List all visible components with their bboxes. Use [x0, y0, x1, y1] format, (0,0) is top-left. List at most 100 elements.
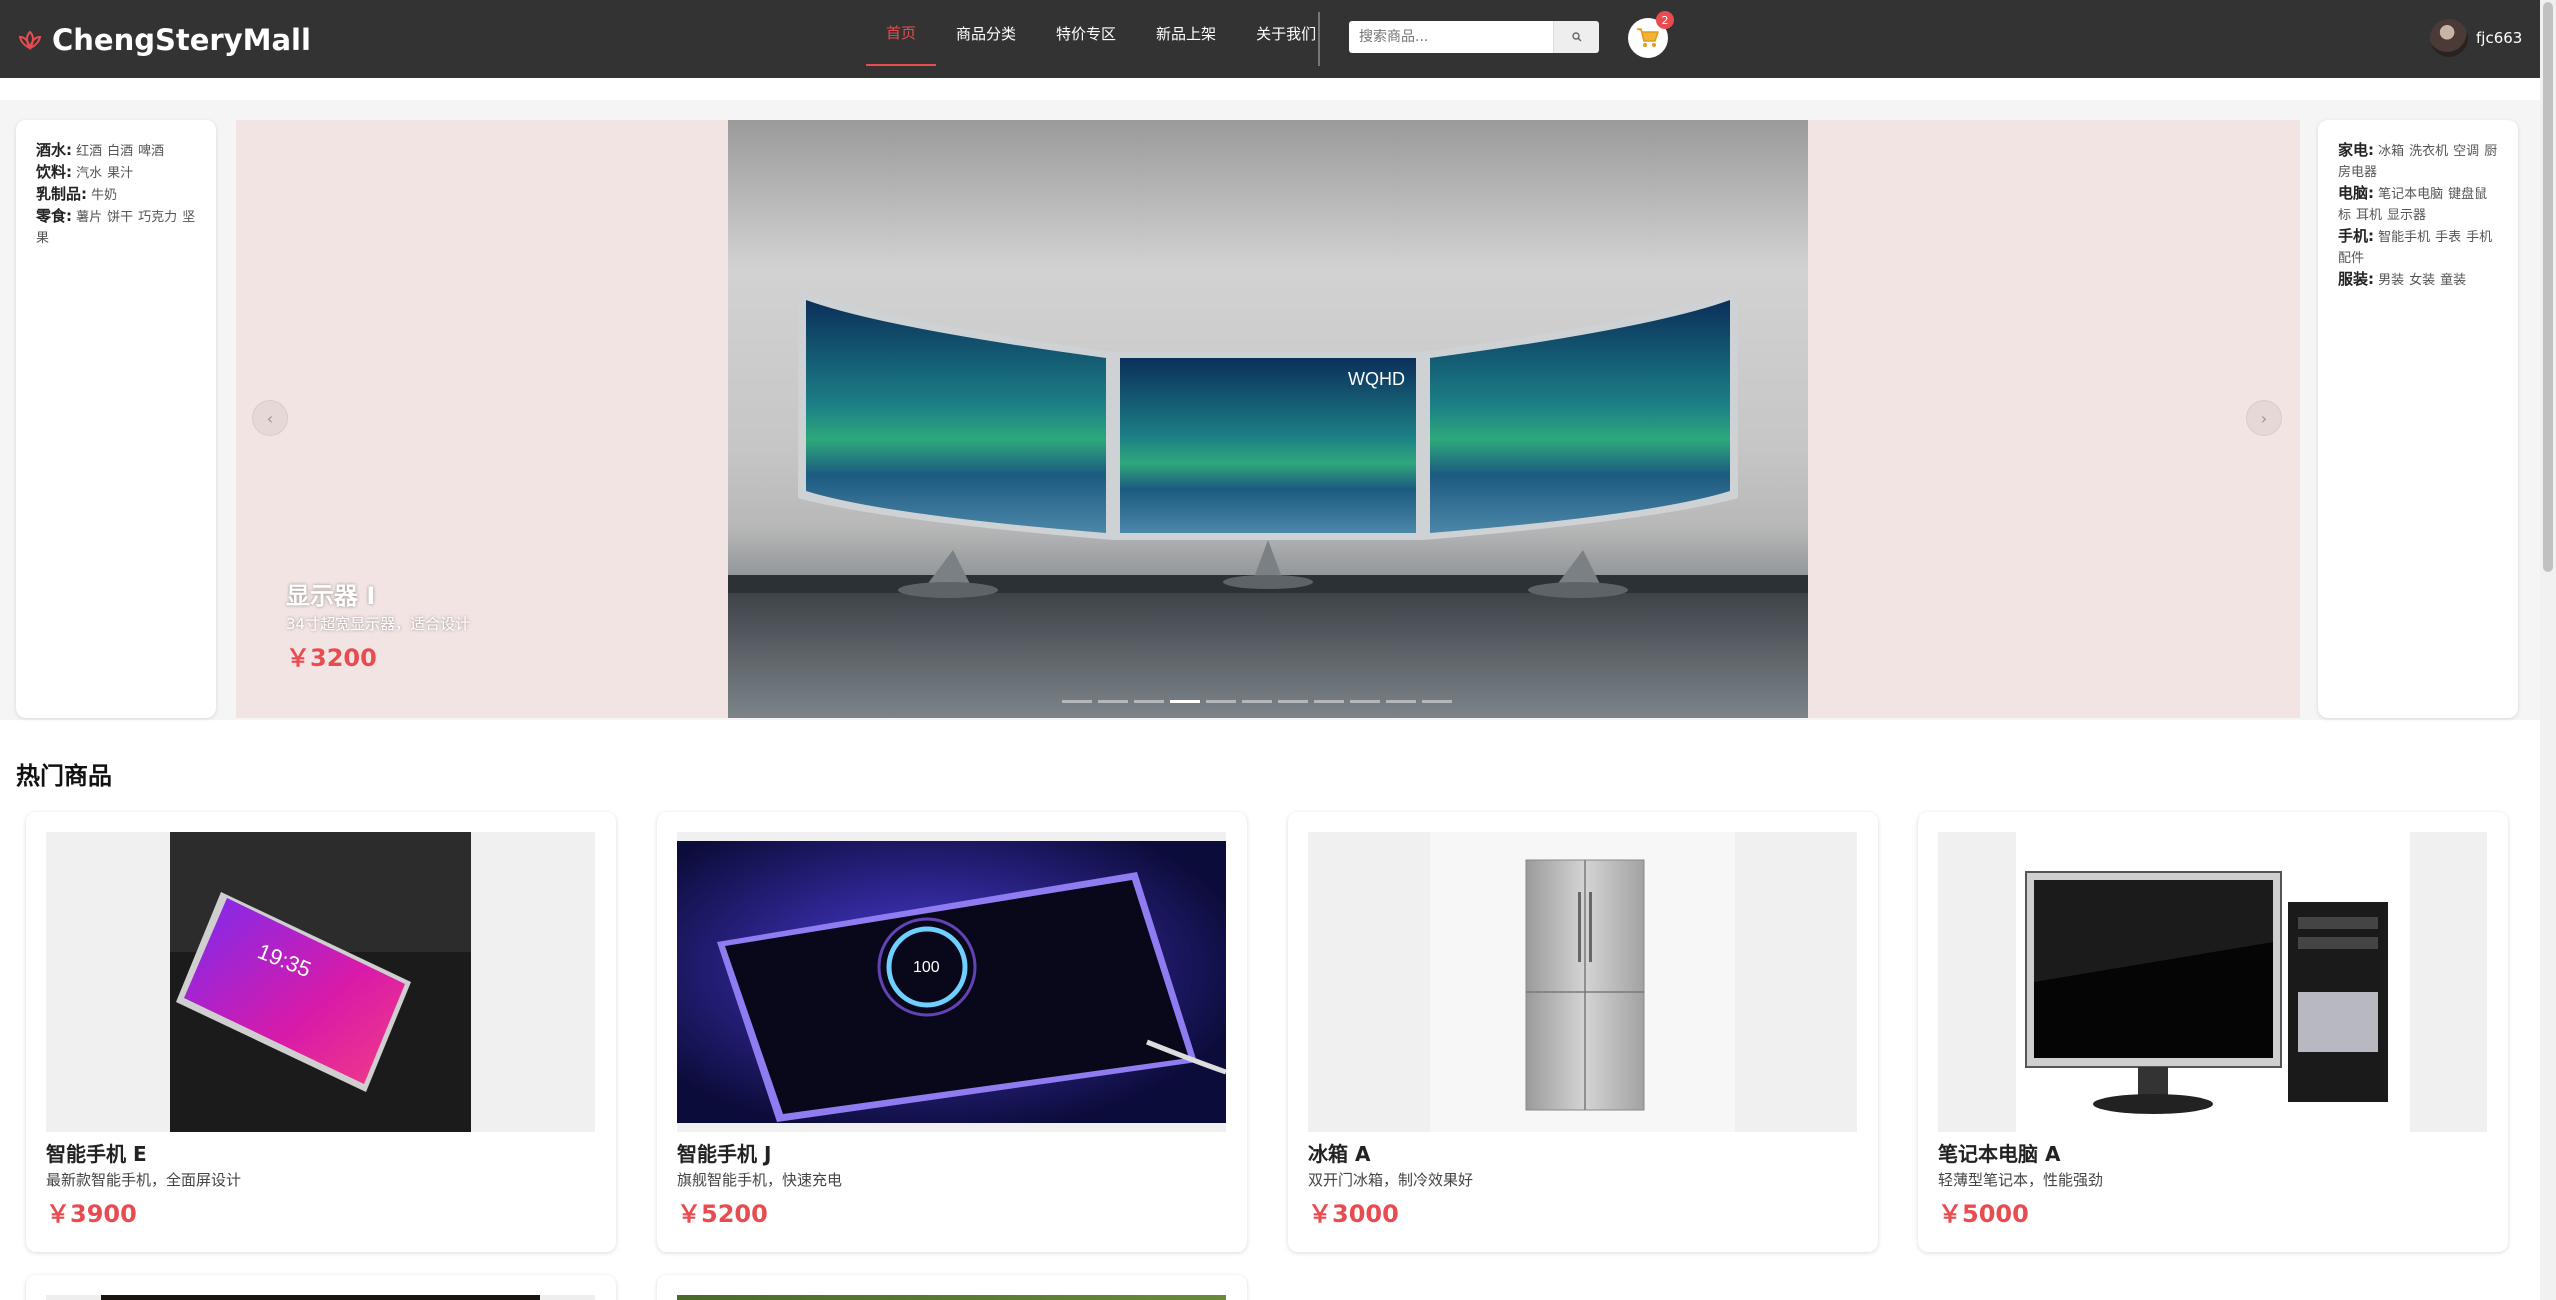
scrollbar-thumb[interactable]	[2543, 2, 2553, 572]
category-row: 手机: 智能手机 手表 手机配件	[2338, 226, 2498, 269]
product-card[interactable]: 笔记本电脑 A 轻薄型笔记本，性能强劲 ￥5000	[1918, 812, 2508, 1252]
category-link[interactable]: 女装	[2409, 273, 2435, 288]
category-link[interactable]: 汽水	[76, 166, 102, 181]
product-card[interactable]: 冰箱 A 双开门冰箱，制冷效果好 ￥3000	[1288, 812, 1878, 1252]
category-name: 服装:	[2338, 270, 2374, 288]
cart-count-badge: 2	[1656, 11, 1674, 29]
brand-name: ChengSteryMall	[52, 23, 311, 57]
nav-categories[interactable]: 商品分类	[936, 0, 1036, 66]
category-link[interactable]: 果汁	[107, 166, 133, 181]
carousel-indicator[interactable]	[1278, 700, 1308, 703]
product-image: 19:35	[46, 832, 595, 1132]
category-row: 饮料: 汽水 果汁	[36, 162, 196, 184]
lotus-icon	[18, 30, 42, 50]
category-link[interactable]: 耳机	[2356, 208, 2382, 223]
carousel-indicator[interactable]	[1386, 700, 1416, 703]
nav-new-arrivals[interactable]: 新品上架	[1136, 0, 1236, 66]
page-scrollbar[interactable]	[2540, 0, 2556, 1300]
main-nav: 首页 商品分类 特价专区 新品上架 关于我们	[866, 0, 1336, 78]
category-link[interactable]: 冰箱	[2378, 144, 2404, 159]
category-link[interactable]: 笔记本电脑	[2378, 187, 2443, 202]
slide-title: 显示器 I	[286, 582, 376, 610]
carousel-prev-button[interactable]: ‹	[252, 400, 288, 436]
monitor-illustration: WQHD	[728, 290, 1808, 718]
product-price: ￥3900	[46, 1200, 137, 1228]
carousel-indicator[interactable]	[1206, 700, 1236, 703]
product-name: 智能手机 J	[677, 1142, 772, 1166]
hot-products-title: 热门商品	[16, 762, 112, 790]
brand-logo[interactable]: ChengSteryMall	[16, 20, 311, 60]
category-link[interactable]: 白酒	[107, 144, 133, 159]
carousel-indicator[interactable]	[1422, 700, 1452, 703]
shopping-cart-icon	[1637, 28, 1659, 47]
category-row: 零食: 薯片 饼干 巧克力 坚果	[36, 206, 196, 249]
slide-description: 34寸超宽显示器，适合设计	[286, 615, 471, 633]
category-name: 酒水:	[36, 141, 72, 159]
category-link[interactable]: 手表	[2435, 230, 2461, 245]
product-price: ￥5000	[1938, 1200, 2029, 1228]
top-navbar: ChengSteryMall 首页 商品分类 特价专区 新品上架 关于我们 2 …	[0, 0, 2540, 78]
carousel-indicator-active[interactable]	[1170, 700, 1200, 703]
search-input[interactable]	[1349, 21, 1553, 53]
category-link[interactable]: 空调	[2453, 144, 2479, 159]
carousel-indicator[interactable]	[1314, 700, 1344, 703]
category-link[interactable]: 饼干	[107, 210, 133, 225]
category-name: 饮料:	[36, 163, 72, 181]
fridge-image	[1430, 832, 1735, 1132]
carousel-indicator[interactable]	[1350, 700, 1380, 703]
category-name: 零食:	[36, 207, 72, 225]
product-description: 双开门冰箱，制冷效果好	[1308, 1171, 1474, 1189]
nav-about[interactable]: 关于我们	[1236, 0, 1336, 66]
search-icon	[1571, 32, 1581, 42]
category-link[interactable]: 显示器	[2387, 208, 2426, 223]
product-price: ￥3000	[1308, 1200, 1399, 1228]
cart-button[interactable]: 2	[1628, 11, 1674, 58]
category-link[interactable]: 红酒	[76, 144, 102, 159]
monitor-slide-image[interactable]: WQHD	[728, 120, 1808, 718]
search-button[interactable]	[1553, 21, 1599, 53]
carousel-indicator[interactable]	[1134, 700, 1164, 703]
nav-divider	[1318, 12, 1320, 66]
category-row: 乳制品: 牛奶	[36, 184, 196, 206]
desktop-pc-image	[2016, 832, 2410, 1132]
product-card[interactable]	[26, 1275, 616, 1300]
carousel-indicator[interactable]	[1062, 700, 1092, 703]
category-row: 酒水: 红酒 白酒 啤酒	[36, 140, 196, 162]
carousel-indicator[interactable]	[1098, 700, 1128, 703]
user-menu[interactable]: fjc663	[2430, 18, 2522, 58]
category-name: 手机:	[2338, 227, 2374, 245]
category-link[interactable]: 巧克力	[138, 210, 177, 225]
hero-carousel: WQHD ‹ › 显示器 I 34寸超宽显示器，适合设计 ￥3200	[236, 120, 2300, 718]
nav-specials[interactable]: 特价专区	[1036, 0, 1136, 66]
category-link[interactable]: 童装	[2440, 273, 2466, 288]
category-link[interactable]: 男装	[2378, 273, 2404, 288]
category-link[interactable]: 啤酒	[138, 144, 164, 159]
category-link[interactable]: 牛奶	[91, 188, 117, 203]
carousel-indicator[interactable]	[1242, 700, 1272, 703]
category-panel-right: 家电: 冰箱 洗衣机 空调 厨房电器 电脑: 笔记本电脑 键盘鼠标 耳机 显示器 手机: 智…	[2318, 120, 2518, 718]
carousel-next-button[interactable]: ›	[2246, 400, 2282, 436]
category-row: 电脑: 笔记本电脑 键盘鼠标 耳机 显示器	[2338, 183, 2498, 226]
product-card[interactable]: 100 智能手机 J 旗舰智能手机，快速充电 ￥5200	[657, 812, 1247, 1252]
product-description: 轻薄型笔记本，性能强劲	[1938, 1171, 2104, 1189]
chevron-right-icon: ›	[2260, 408, 2268, 428]
product-name: 笔记本电脑 A	[1938, 1142, 2061, 1166]
search-box	[1349, 21, 1599, 53]
slide-caption: 显示器 I 34寸超宽显示器，适合设计 ￥3200	[286, 576, 470, 673]
category-link[interactable]: 洗衣机	[2409, 144, 2448, 159]
product-card[interactable]: 19:35 智能手机 E 最新款智能手机，全面屏设计 ￥3900	[26, 812, 616, 1252]
product-price: ￥5200	[677, 1200, 768, 1228]
product-name: 智能手机 E	[46, 1142, 147, 1166]
category-panel-left: 酒水: 红酒 白酒 啤酒 饮料: 汽水 果汁 乳制品: 牛奶 零食: 薯片 饼干 巧克力坚…	[16, 120, 216, 718]
category-name: 电脑:	[2338, 184, 2374, 202]
product-image: 100	[677, 832, 1226, 1132]
product-card[interactable]	[657, 1275, 1247, 1300]
category-link[interactable]: 智能手机	[2378, 230, 2430, 245]
svg-text:100: 100	[913, 959, 940, 976]
category-link[interactable]: 薯片	[76, 210, 102, 225]
category-name: 乳制品:	[36, 185, 87, 203]
username: fjc663	[2476, 29, 2523, 47]
category-row: 服装: 男装 女装 童装	[2338, 269, 2498, 291]
nav-home[interactable]: 首页	[866, 0, 937, 66]
product-image	[46, 1295, 595, 1300]
